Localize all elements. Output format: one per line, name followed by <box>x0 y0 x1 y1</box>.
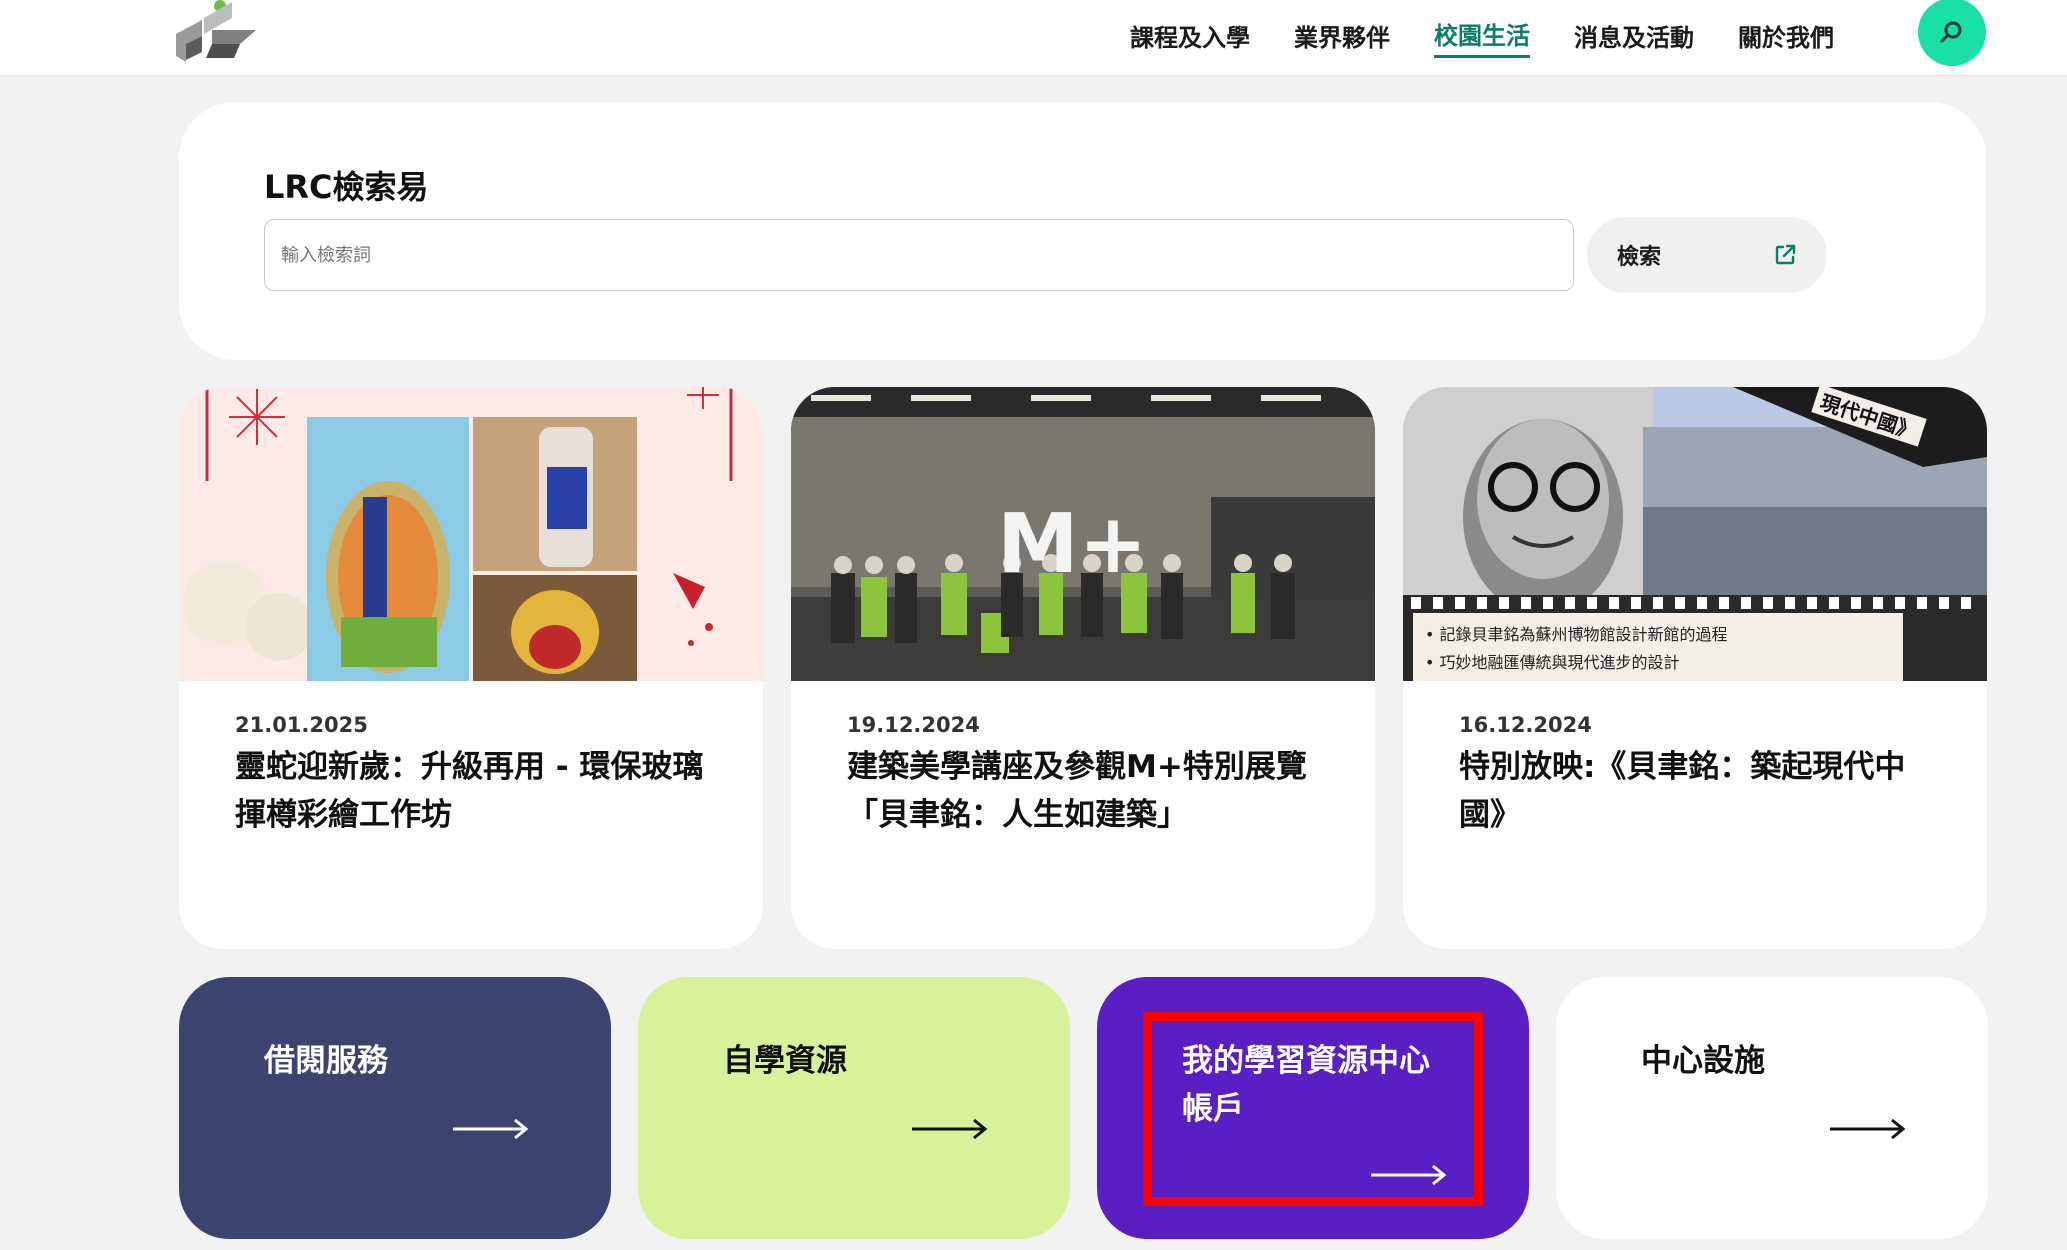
highlight-annotation-box <box>1143 1012 1483 1206</box>
external-link-icon <box>1775 244 1796 265</box>
site-logo[interactable] <box>176 0 266 70</box>
quick-link-centre-facilities[interactable]: 中心設施 <box>1556 977 1988 1239</box>
news-title[interactable]: 建築美學講座及參觀M+特別展覽「貝聿銘：人生如建築」 <box>847 743 1337 839</box>
news-image-ieoh-ming-pei-film: 現代中國》 • 記錄貝聿銘為蘇州博物館設計新館的過程 • 巧妙地融匯傳統與現代進… <box>1403 387 1987 681</box>
news-date: 16.12.2024 <box>1459 713 1592 737</box>
lrc-search-panel: LRC檢索易 檢索 <box>179 102 1986 360</box>
header-search-button[interactable] <box>1918 0 1986 66</box>
arrow-right-icon <box>453 1118 529 1140</box>
arrow-right-icon <box>912 1118 988 1140</box>
news-card-1[interactable]: 21.01.2025 靈蛇迎新歲：升級再用 - 環保玻璃揮樽彩繪工作坊 <box>179 387 763 949</box>
news-card-2[interactable]: M+ 19.12.2024 建築美學講座及參觀M+特別展覽「貝聿銘：人生如建築」 <box>791 387 1375 949</box>
news-image-m-plus-visit: M+ <box>791 387 1375 681</box>
nav-programmes[interactable]: 課程及入學 <box>1130 14 1250 57</box>
quick-link-label: 中心設施 <box>1641 1043 1765 1079</box>
news-card-3[interactable]: 現代中國》 • 記錄貝聿銘為蘇州博物館設計新館的過程 • 巧妙地融匯傳統與現代進… <box>1403 387 1987 949</box>
quick-link-label: 自學資源 <box>723 1043 847 1079</box>
main-nav: 課程及入學 業界夥伴 校園生活 消息及活動 關於我們 <box>1130 0 1878 70</box>
quick-link-borrowing-services[interactable]: 借閱服務 <box>179 977 611 1239</box>
nav-campus-life[interactable]: 校園生活 <box>1434 12 1530 58</box>
m-plus-sign-text: M+ <box>997 497 1148 592</box>
quick-link-self-learning-resources[interactable]: 自學資源 <box>638 977 1070 1239</box>
news-date: 21.01.2025 <box>235 713 368 737</box>
news-title[interactable]: 特別放映:《貝聿銘：築起現代中國》 <box>1459 743 1949 839</box>
nav-about-us[interactable]: 關於我們 <box>1738 14 1834 57</box>
nav-industry-partners[interactable]: 業界夥伴 <box>1294 14 1390 57</box>
arrow-right-icon <box>1830 1118 1906 1140</box>
news-date: 19.12.2024 <box>847 713 980 737</box>
search-input[interactable] <box>264 219 1574 291</box>
site-header: 課程及入學 業界夥伴 校園生活 消息及活動 關於我們 <box>0 0 2067 76</box>
search-title: LRC檢索易 <box>264 168 429 206</box>
search-submit-button[interactable]: 檢索 <box>1587 217 1827 293</box>
film-bullet-1: • 記錄貝聿銘為蘇州博物館設計新館的過程 <box>1425 625 1728 644</box>
quick-link-label: 借閱服務 <box>264 1043 388 1079</box>
search-icon <box>1940 21 1962 43</box>
search-button-label: 檢索 <box>1617 245 1662 270</box>
film-bullet-2: • 巧妙地融匯傳統與現代進步的設計 <box>1425 653 1680 672</box>
news-image-glass-bottle-workshop <box>179 387 763 681</box>
news-title[interactable]: 靈蛇迎新歲：升級再用 - 環保玻璃揮樽彩繪工作坊 <box>235 743 725 839</box>
nav-news-events[interactable]: 消息及活動 <box>1574 14 1694 57</box>
